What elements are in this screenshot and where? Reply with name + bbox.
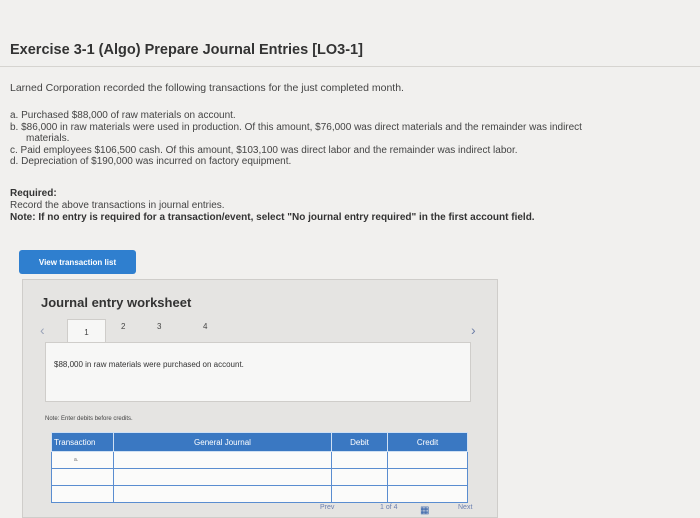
transaction-cell: a. bbox=[51, 451, 114, 469]
account-input[interactable] bbox=[113, 468, 332, 486]
page-tab-4[interactable]: 4 bbox=[203, 322, 207, 331]
header-divider bbox=[0, 66, 700, 67]
required-instruction: Record the above transactions in journal… bbox=[10, 200, 225, 211]
required-note: Note: If no entry is required for a tran… bbox=[10, 212, 535, 223]
intro-text: Larned Corporation recorded the followin… bbox=[10, 82, 404, 94]
page-tab-1[interactable]: 1 bbox=[67, 319, 106, 344]
page-indicator: 1 of 4 bbox=[380, 504, 398, 511]
transaction-description: $88,000 in raw materials were purchased … bbox=[54, 360, 244, 369]
transaction-cell bbox=[51, 485, 114, 503]
table-row: a. bbox=[51, 451, 468, 469]
transaction-description-box: $88,000 in raw materials were purchased … bbox=[45, 342, 471, 402]
debit-credit-note: Note: Enter debits before credits. bbox=[45, 416, 133, 422]
view-transaction-list-button[interactable]: View transaction list bbox=[19, 250, 136, 274]
required-heading: Required: bbox=[10, 188, 57, 199]
prev-button[interactable]: Prev bbox=[320, 504, 334, 511]
journal-table: Transaction General Journal Debit Credit… bbox=[51, 432, 468, 503]
table-row bbox=[51, 485, 468, 503]
chevron-right-icon[interactable]: › bbox=[471, 322, 476, 338]
journal-entry-worksheet: Journal entry worksheet ‹ 1 2 3 4 › $88,… bbox=[22, 279, 498, 518]
debit-input[interactable] bbox=[331, 485, 388, 503]
debit-input[interactable] bbox=[331, 468, 388, 486]
chevron-left-icon[interactable]: ‹ bbox=[40, 322, 45, 338]
account-input[interactable] bbox=[113, 485, 332, 503]
transaction-c: c. Paid employees $106,500 cash. Of this… bbox=[10, 144, 518, 156]
next-button[interactable]: Next bbox=[458, 504, 472, 511]
page-tab-3[interactable]: 3 bbox=[157, 322, 161, 331]
transaction-cell bbox=[51, 468, 114, 486]
account-input[interactable] bbox=[113, 451, 332, 469]
transaction-a: a. Purchased $88,000 of raw materials on… bbox=[10, 110, 236, 121]
exercise-title: Exercise 3-1 (Algo) Prepare Journal Entr… bbox=[10, 42, 363, 58]
column-header-general-journal: General Journal bbox=[113, 432, 332, 452]
transaction-list: a. Purchased $88,000 of raw materials on… bbox=[10, 110, 582, 168]
column-header-transaction: Transaction bbox=[51, 432, 114, 452]
debit-input[interactable] bbox=[331, 451, 388, 469]
transaction-d: d. Depreciation of $190,000 was incurred… bbox=[10, 156, 292, 167]
required-section: Required: Record the above transactions … bbox=[10, 188, 535, 224]
credit-input[interactable] bbox=[387, 485, 468, 503]
credit-input[interactable] bbox=[387, 468, 468, 486]
credit-input[interactable] bbox=[387, 451, 468, 469]
bottom-navigation: Prev 1 of 4 ▦ Next bbox=[280, 502, 700, 516]
column-header-debit: Debit bbox=[331, 432, 388, 452]
worksheet-pager: ‹ 1 2 3 4 › bbox=[23, 319, 497, 344]
column-header-credit: Credit bbox=[387, 432, 468, 452]
worksheet-title: Journal entry worksheet bbox=[41, 295, 192, 310]
journal-header-row: Transaction General Journal Debit Credit bbox=[51, 432, 468, 452]
grid-icon[interactable]: ▦ bbox=[420, 505, 429, 516]
transaction-b-cont: materials. bbox=[26, 133, 70, 144]
page-tab-2[interactable]: 2 bbox=[121, 322, 125, 331]
table-row bbox=[51, 468, 468, 486]
transaction-b: b. $86,000 in raw materials were used in… bbox=[10, 121, 582, 133]
